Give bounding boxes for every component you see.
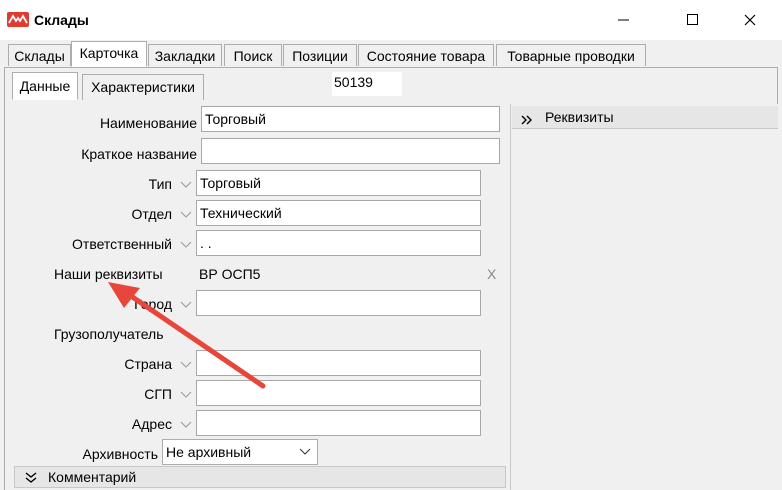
close-icon xyxy=(744,14,756,26)
tab-poisk[interactable]: Поиск xyxy=(224,44,282,66)
tab-sostoyanie[interactable]: Состояние товара xyxy=(358,44,494,66)
department-dropdown-chevron-icon[interactable] xyxy=(177,204,195,226)
archive-select-value: Не архивный xyxy=(166,444,252,460)
chevron-down-icon xyxy=(299,448,311,455)
window-title: Склады xyxy=(34,12,89,28)
our-details-value[interactable]: ВР ОСП5 xyxy=(199,266,260,282)
minimize-button[interactable] xyxy=(601,0,647,40)
tab-sklady[interactable]: Склады xyxy=(8,44,71,66)
responsible-dropdown-chevron-icon[interactable] xyxy=(177,234,195,256)
our-details-label: Наши реквизиты xyxy=(54,266,163,282)
responsible-label: Ответственный xyxy=(72,236,172,252)
country-label: Страна xyxy=(124,356,172,372)
short-name-label: Краткое название xyxy=(81,146,197,162)
sgp-dropdown-chevron-icon[interactable] xyxy=(177,384,195,406)
sgp-field[interactable] xyxy=(196,380,481,406)
address-dropdown-chevron-icon[interactable] xyxy=(177,414,195,436)
address-field[interactable] xyxy=(196,410,481,436)
rekvizity-title: Реквизиты xyxy=(545,109,614,125)
rekvizity-panel xyxy=(510,104,778,490)
responsible-field[interactable]: . . xyxy=(196,230,481,256)
maximize-icon xyxy=(687,14,698,25)
consignee-label: Грузополучатель xyxy=(54,326,164,342)
double-chevron-down-icon[interactable] xyxy=(25,471,37,487)
country-field[interactable] xyxy=(196,350,481,376)
sgp-label: СГП xyxy=(144,386,172,402)
city-field[interactable] xyxy=(196,290,481,316)
close-button[interactable] xyxy=(727,0,773,40)
comment-title: Комментарий xyxy=(48,469,137,485)
city-dropdown-chevron-icon[interactable] xyxy=(177,294,195,316)
archive-label: Архивность xyxy=(82,446,158,462)
type-dropdown-chevron-icon[interactable] xyxy=(177,174,195,196)
department-label: Отдел xyxy=(131,206,173,222)
app-logo-icon xyxy=(7,12,29,27)
address-label: Адрес xyxy=(131,416,172,432)
subtab-harakteristiki[interactable]: Характеристики xyxy=(82,74,204,100)
name-field[interactable]: Торговый xyxy=(201,106,500,132)
name-label: Наименование xyxy=(99,115,197,131)
tabstrip-divider xyxy=(4,67,778,68)
type-label: Тип xyxy=(148,176,172,192)
title-bar xyxy=(0,0,782,40)
type-field[interactable]: Торговый xyxy=(196,170,481,196)
subtab-dannye[interactable]: Данные xyxy=(12,72,78,100)
country-dropdown-chevron-icon[interactable] xyxy=(177,354,195,376)
minimize-icon xyxy=(618,19,629,21)
double-chevron-right-icon[interactable] xyxy=(521,112,533,128)
tab-zakladki[interactable]: Закладки xyxy=(148,44,222,66)
maximize-button[interactable] xyxy=(670,0,716,40)
tab-pozicii[interactable]: Позиции xyxy=(283,44,357,66)
archive-select[interactable]: Не архивный xyxy=(162,439,318,465)
city-label: Город xyxy=(134,296,172,312)
department-field[interactable]: Технический xyxy=(196,200,481,226)
tab-kartochka[interactable]: Карточка xyxy=(71,41,147,67)
document-number: 50139 xyxy=(332,72,402,96)
short-name-field[interactable] xyxy=(201,138,500,164)
tab-provodki[interactable]: Товарные проводки xyxy=(496,44,646,66)
clear-our-details-icon[interactable]: X xyxy=(487,266,496,282)
